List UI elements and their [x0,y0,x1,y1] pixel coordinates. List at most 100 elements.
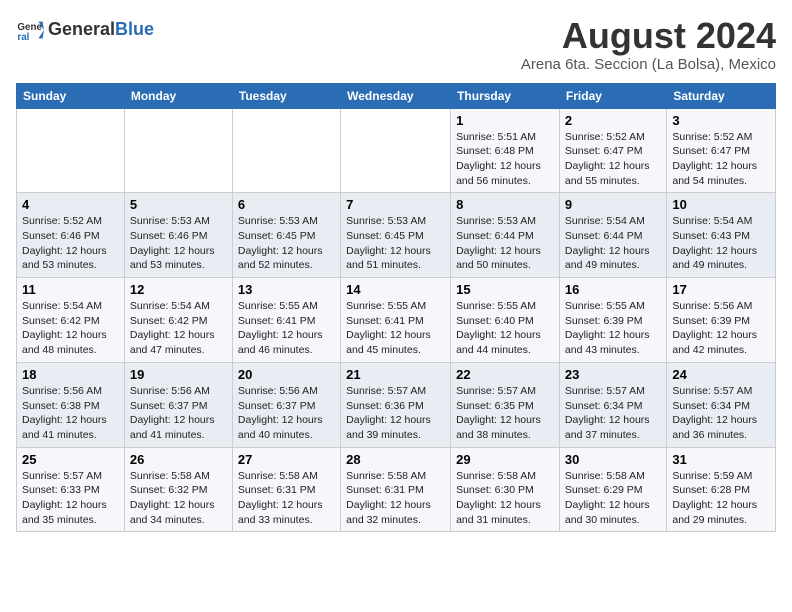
cell-content-line: Sunset: 6:37 PM [238,399,335,414]
calendar-cell: 1Sunrise: 5:51 AMSunset: 6:48 PMDaylight… [451,108,560,193]
calendar-cell: 27Sunrise: 5:58 AMSunset: 6:31 PMDayligh… [232,447,340,532]
cell-content-line: Sunrise: 5:57 AM [672,384,770,399]
cell-content-line: Sunset: 6:39 PM [565,314,661,329]
cell-content-line: Sunrise: 5:57 AM [456,384,554,399]
day-number: 24 [672,367,770,382]
header-day: Tuesday [232,83,340,108]
cell-content-line: Sunset: 6:32 PM [130,483,227,498]
day-number: 7 [346,197,445,212]
cell-content-line: Daylight: 12 hours [130,498,227,513]
calendar-cell: 22Sunrise: 5:57 AMSunset: 6:35 PMDayligh… [451,362,560,447]
cell-content-line: Sunset: 6:45 PM [346,229,445,244]
calendar-cell [17,108,125,193]
calendar-cell: 4Sunrise: 5:52 AMSunset: 6:46 PMDaylight… [17,193,125,278]
cell-content-line: Sunrise: 5:53 AM [238,214,335,229]
cell-content-line: Daylight: 12 hours [130,244,227,259]
cell-content-line: Sunrise: 5:57 AM [22,469,119,484]
calendar-cell: 9Sunrise: 5:54 AMSunset: 6:44 PMDaylight… [559,193,666,278]
cell-content-line: Sunset: 6:40 PM [456,314,554,329]
day-number: 11 [22,282,119,297]
calendar-cell [232,108,340,193]
day-number: 20 [238,367,335,382]
cell-content-line: Daylight: 12 hours [238,413,335,428]
cell-content-line: and 42 minutes. [672,343,770,358]
cell-content-line: Sunrise: 5:56 AM [238,384,335,399]
calendar-cell: 26Sunrise: 5:58 AMSunset: 6:32 PMDayligh… [124,447,232,532]
cell-content-line: Sunset: 6:31 PM [346,483,445,498]
cell-content-line: Daylight: 12 hours [672,244,770,259]
cell-content-line: and 39 minutes. [346,428,445,443]
calendar-cell: 31Sunrise: 5:59 AMSunset: 6:28 PMDayligh… [667,447,776,532]
calendar-header: SundayMondayTuesdayWednesdayThursdayFrid… [17,83,776,108]
day-number: 17 [672,282,770,297]
cell-content-line: and 29 minutes. [672,513,770,528]
day-number: 8 [456,197,554,212]
cell-content-line: and 33 minutes. [238,513,335,528]
calendar-cell: 21Sunrise: 5:57 AMSunset: 6:36 PMDayligh… [341,362,451,447]
cell-content-line: Sunset: 6:39 PM [672,314,770,329]
cell-content-line: Sunrise: 5:52 AM [672,130,770,145]
cell-content-line: Sunrise: 5:55 AM [346,299,445,314]
cell-content-line: Daylight: 12 hours [565,328,661,343]
cell-content-line: Daylight: 12 hours [22,498,119,513]
cell-content-line: Daylight: 12 hours [565,413,661,428]
cell-content-line: Daylight: 12 hours [456,498,554,513]
cell-content-line: Daylight: 12 hours [22,413,119,428]
cell-content-line: Daylight: 12 hours [130,328,227,343]
cell-content-line: and 56 minutes. [456,174,554,189]
day-number: 6 [238,197,335,212]
cell-content-line: and 30 minutes. [565,513,661,528]
cell-content-line: Sunrise: 5:52 AM [565,130,661,145]
day-number: 31 [672,452,770,467]
cell-content-line: Sunset: 6:48 PM [456,144,554,159]
cell-content-line: and 52 minutes. [238,258,335,273]
day-number: 5 [130,197,227,212]
calendar-cell: 6Sunrise: 5:53 AMSunset: 6:45 PMDaylight… [232,193,340,278]
cell-content-line: Daylight: 12 hours [238,498,335,513]
calendar-cell: 25Sunrise: 5:57 AMSunset: 6:33 PMDayligh… [17,447,125,532]
cell-content-line: and 41 minutes. [130,428,227,443]
calendar-cell: 28Sunrise: 5:58 AMSunset: 6:31 PMDayligh… [341,447,451,532]
cell-content-line: Sunset: 6:36 PM [346,399,445,414]
day-number: 30 [565,452,661,467]
cell-content-line: Sunset: 6:31 PM [238,483,335,498]
header-day: Monday [124,83,232,108]
day-number: 19 [130,367,227,382]
cell-content-line: and 53 minutes. [130,258,227,273]
calendar-cell: 18Sunrise: 5:56 AMSunset: 6:38 PMDayligh… [17,362,125,447]
day-number: 14 [346,282,445,297]
cell-content-line: and 50 minutes. [456,258,554,273]
day-number: 9 [565,197,661,212]
cell-content-line: and 48 minutes. [22,343,119,358]
cell-content-line: Sunset: 6:41 PM [238,314,335,329]
cell-content-line: Sunset: 6:38 PM [22,399,119,414]
calendar-week-row: 25Sunrise: 5:57 AMSunset: 6:33 PMDayligh… [17,447,776,532]
cell-content-line: and 41 minutes. [22,428,119,443]
cell-content-line: Sunrise: 5:58 AM [346,469,445,484]
cell-content-line: Sunrise: 5:54 AM [130,299,227,314]
cell-content-line: Sunrise: 5:58 AM [130,469,227,484]
day-number: 10 [672,197,770,212]
cell-content-line: Sunset: 6:34 PM [565,399,661,414]
cell-content-line: and 49 minutes. [565,258,661,273]
calendar-week-row: 11Sunrise: 5:54 AMSunset: 6:42 PMDayligh… [17,278,776,363]
cell-content-line: Sunrise: 5:55 AM [456,299,554,314]
cell-content-line: and 44 minutes. [456,343,554,358]
cell-content-line: Sunrise: 5:54 AM [565,214,661,229]
cell-content-line: Daylight: 12 hours [565,159,661,174]
day-number: 25 [22,452,119,467]
cell-content-line: Sunset: 6:42 PM [22,314,119,329]
cell-content-line: Daylight: 12 hours [565,498,661,513]
cell-content-line: Sunrise: 5:51 AM [456,130,554,145]
calendar-week-row: 4Sunrise: 5:52 AMSunset: 6:46 PMDaylight… [17,193,776,278]
calendar-cell: 13Sunrise: 5:55 AMSunset: 6:41 PMDayligh… [232,278,340,363]
cell-content-line: Sunrise: 5:57 AM [565,384,661,399]
day-number: 15 [456,282,554,297]
header-day: Saturday [667,83,776,108]
calendar-cell: 14Sunrise: 5:55 AMSunset: 6:41 PMDayligh… [341,278,451,363]
cell-content-line: Sunrise: 5:54 AM [22,299,119,314]
cell-content-line: Sunset: 6:43 PM [672,229,770,244]
calendar-cell: 15Sunrise: 5:55 AMSunset: 6:40 PMDayligh… [451,278,560,363]
day-number: 28 [346,452,445,467]
cell-content-line: Daylight: 12 hours [22,244,119,259]
